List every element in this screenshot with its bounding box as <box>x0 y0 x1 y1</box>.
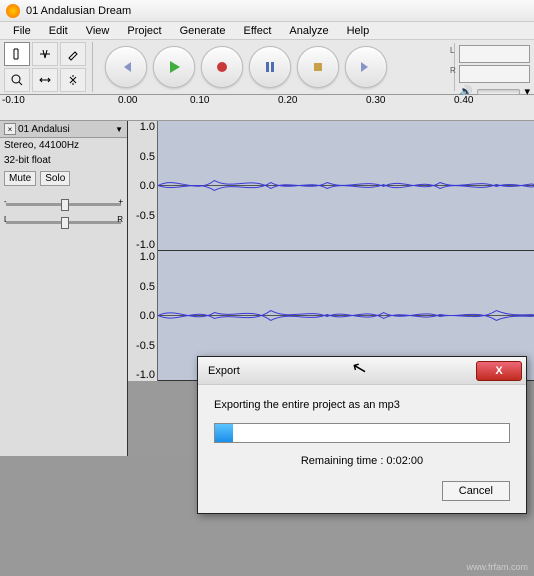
menu-project[interactable]: Project <box>118 23 170 39</box>
track-format: Stereo, 44100Hz <box>0 138 127 153</box>
skip-end-button[interactable] <box>345 46 387 88</box>
time-ruler[interactable]: -0.10 0.00 0.10 0.20 0.30 0.40 <box>0 95 534 121</box>
cancel-button[interactable]: Cancel <box>442 481 510 501</box>
channel-left[interactable]: 1.00.50.0-0.5-1.0 <box>128 121 534 251</box>
menu-analyze[interactable]: Analyze <box>280 23 337 39</box>
menu-generate[interactable]: Generate <box>171 23 235 39</box>
selection-tool[interactable] <box>4 42 30 66</box>
skip-start-button[interactable] <box>105 46 147 88</box>
menubar: File Edit View Project Generate Effect A… <box>0 22 534 40</box>
app-icon <box>6 4 20 18</box>
track-panel: × 01 Andalusi ▼ Stereo, 44100Hz 32-bit f… <box>0 121 128 456</box>
export-message: Exporting the entire project as an mp3 <box>214 399 510 411</box>
play-button[interactable] <box>153 46 195 88</box>
track-bits: 32-bit float <box>0 153 127 168</box>
watermark: www.frfam.com <box>466 562 528 572</box>
vscale-right: 1.00.50.0-0.5-1.0 <box>128 251 158 381</box>
waveform-left[interactable] <box>158 121 534 250</box>
stop-button[interactable] <box>297 46 339 88</box>
envelope-tool[interactable] <box>32 42 58 66</box>
dialog-title: Export <box>208 365 476 377</box>
volume-slider[interactable] <box>477 89 521 95</box>
track-close-button[interactable]: × <box>4 123 16 135</box>
pan-slider[interactable]: L R <box>6 215 121 229</box>
export-dialog: Export X Exporting the entire project as… <box>197 356 527 514</box>
timeshift-tool[interactable] <box>32 68 58 92</box>
vscale-left: 1.00.50.0-0.5-1.0 <box>128 121 158 251</box>
solo-button[interactable]: Solo <box>40 171 70 186</box>
gain-slider[interactable]: - + <box>6 197 121 211</box>
draw-tool[interactable] <box>60 42 86 66</box>
menu-edit[interactable]: Edit <box>40 23 77 39</box>
dialog-close-button[interactable]: X <box>476 361 522 381</box>
track-name[interactable]: 01 Andalusi <box>18 124 113 135</box>
zoom-tool[interactable] <box>4 68 30 92</box>
menu-help[interactable]: Help <box>338 23 379 39</box>
meter-right[interactable]: R <box>459 65 530 83</box>
meters: L R 🔊 ▾ <box>454 43 534 91</box>
meter-left[interactable]: L <box>459 45 530 63</box>
record-button[interactable] <box>201 46 243 88</box>
progress-bar <box>214 423 510 443</box>
menu-file[interactable]: File <box>4 23 40 39</box>
toolbar: L R 🔊 ▾ <box>0 40 534 95</box>
window-title: 01 Andalusian Dream <box>26 5 131 17</box>
pause-button[interactable] <box>249 46 291 88</box>
titlebar: 01 Andalusian Dream <box>0 0 534 22</box>
transport <box>105 46 387 88</box>
menu-view[interactable]: View <box>77 23 119 39</box>
dialog-titlebar[interactable]: Export X <box>198 357 526 385</box>
tool-grid <box>4 42 93 92</box>
menu-effect[interactable]: Effect <box>234 23 280 39</box>
mute-button[interactable]: Mute <box>4 171 36 186</box>
multi-tool[interactable] <box>60 68 86 92</box>
remaining-time: Remaining time : 0:02:00 <box>214 455 510 467</box>
track-menu-arrow[interactable]: ▼ <box>115 125 123 134</box>
